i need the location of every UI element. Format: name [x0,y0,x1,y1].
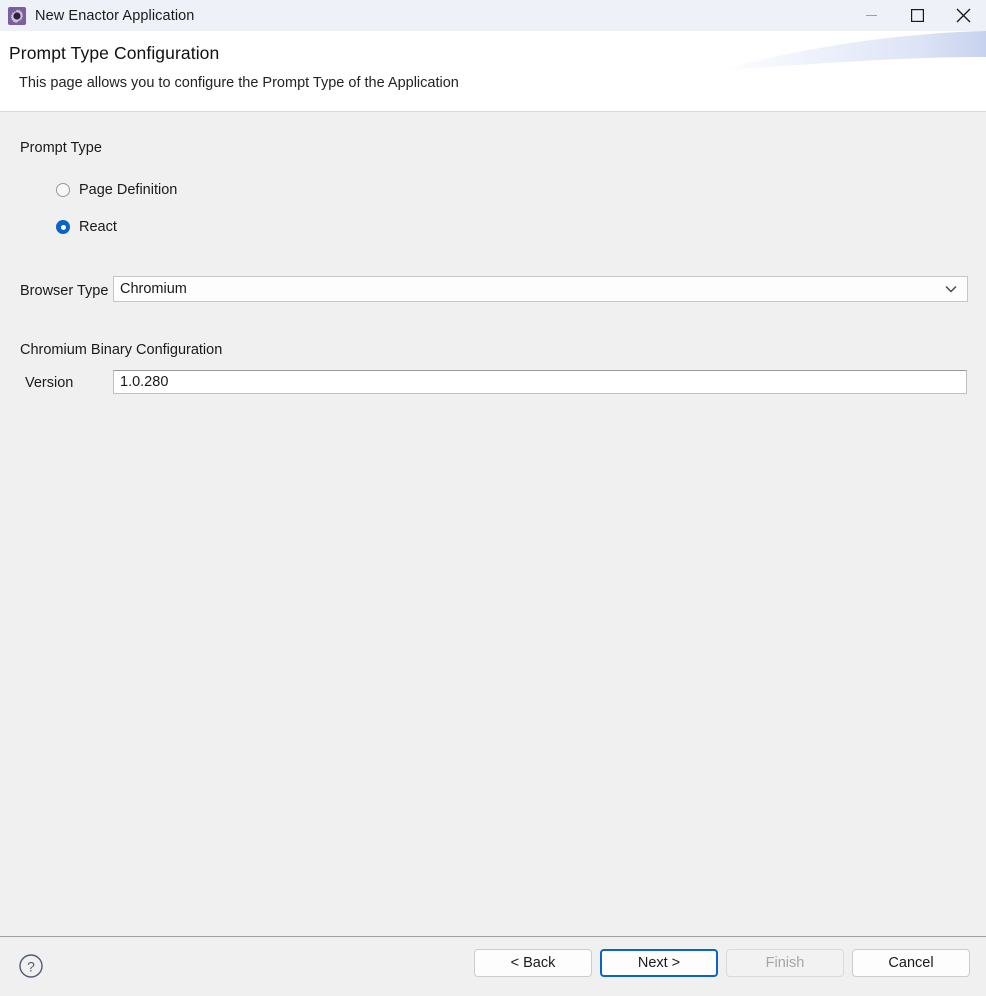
next-button[interactable]: Next > [600,949,718,977]
version-value: 1.0.280 [120,374,169,390]
page-title: Prompt Type Configuration [9,43,220,63]
title-bar: New Enactor Application [0,0,986,31]
wizard-footer: ? < Back Next > Finish Cancel [0,936,986,996]
radio-page-definition[interactable]: Page Definition [56,182,177,198]
browser-type-dropdown[interactable]: Chromium [113,276,968,302]
version-label: Version [25,375,74,391]
help-icon[interactable]: ? [18,953,44,979]
chromium-binary-group-label: Chromium Binary Configuration [20,342,223,358]
wizard-window: New Enactor Application Prompt Type Conf… [0,0,986,996]
cancel-button[interactable]: Cancel [852,949,970,977]
radio-mark-react [56,220,70,234]
minimize-icon[interactable] [848,0,894,31]
radio-label-react: React [79,219,117,235]
radio-mark-page-definition [56,183,70,197]
window-controls [848,0,986,31]
wizard-body: Prompt Type Page Definition React Browse… [0,112,986,936]
window-title: New Enactor Application [35,7,195,24]
browser-type-value: Chromium [120,281,187,297]
close-icon[interactable] [940,0,986,31]
page-description: This page allows you to configure the Pr… [19,75,459,91]
radio-react[interactable]: React [56,219,117,235]
chevron-down-icon [945,285,957,293]
radio-label-page-definition: Page Definition [79,182,178,198]
back-button[interactable]: < Back [474,949,592,977]
footer-button-row: < Back Next > Finish Cancel [474,949,970,977]
wizard-header: Prompt Type Configuration This page allo… [0,31,986,112]
header-swoosh-decoration [716,31,986,71]
finish-button: Finish [726,949,844,977]
version-input[interactable]: 1.0.280 [113,370,967,394]
enactor-gear-icon [8,6,26,25]
svg-text:?: ? [27,959,35,975]
prompt-type-group-label: Prompt Type [20,140,102,156]
browser-type-label: Browser Type [20,283,109,299]
maximize-icon[interactable] [894,0,940,31]
